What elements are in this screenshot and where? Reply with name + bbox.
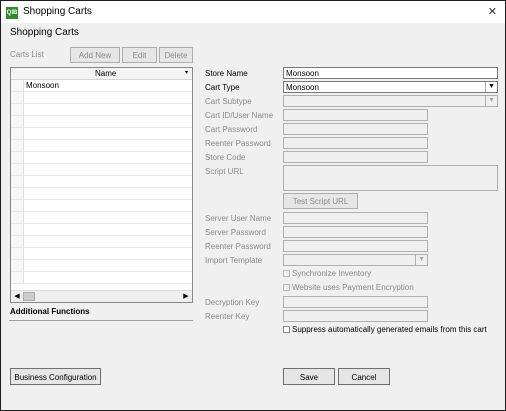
cart-id-label: Cart ID/User Name bbox=[205, 111, 274, 120]
business-configuration-button[interactable]: Business Configuration bbox=[10, 368, 101, 385]
edit-button[interactable]: Edit bbox=[122, 47, 157, 63]
chevron-down-icon[interactable]: ▼ bbox=[415, 255, 427, 265]
chevron-down-icon[interactable]: ▼ bbox=[485, 82, 497, 92]
store-code-label: Store Code bbox=[205, 153, 246, 162]
table-row[interactable] bbox=[11, 200, 192, 212]
store-name-field[interactable]: Monsoon bbox=[283, 67, 498, 79]
server-user-name-field[interactable] bbox=[283, 212, 428, 224]
store-name-label: Store Name bbox=[205, 69, 248, 78]
table-row[interactable] bbox=[11, 260, 192, 272]
payment-encryption-label: Website uses Payment Encryption bbox=[292, 283, 414, 292]
store-code-field[interactable] bbox=[283, 151, 428, 163]
scroll-left-icon[interactable]: ◀ bbox=[12, 292, 22, 301]
test-script-url-button[interactable]: Test Script URL bbox=[283, 193, 358, 209]
reenter-password-label: Reenter Password bbox=[205, 139, 271, 148]
row-selector[interactable] bbox=[11, 92, 24, 103]
cart-id-field[interactable] bbox=[283, 109, 428, 121]
script-url-field[interactable] bbox=[283, 165, 498, 191]
carts-list-label: Carts List bbox=[10, 50, 44, 59]
server-user-name-label: Server User Name bbox=[205, 214, 272, 223]
cart-subtype-label: Cart Subtype bbox=[205, 97, 252, 106]
additional-functions-heading: Additional Functions bbox=[10, 307, 90, 316]
delete-button[interactable]: Delete bbox=[159, 47, 193, 63]
decryption-key-field[interactable] bbox=[283, 296, 428, 308]
table-row[interactable] bbox=[11, 224, 192, 236]
sort-arrow-icon[interactable]: ▾ bbox=[185, 69, 188, 76]
row-selector[interactable] bbox=[11, 236, 24, 247]
reenter-password-field[interactable] bbox=[283, 137, 428, 149]
row-selector[interactable] bbox=[11, 248, 24, 259]
scroll-thumb[interactable] bbox=[23, 292, 35, 301]
suppress-emails-label: Suppress automatically generated emails … bbox=[292, 325, 487, 334]
decryption-key-label: Decryption Key bbox=[205, 298, 260, 307]
name-column-header[interactable]: Name bbox=[95, 69, 116, 78]
page-title: Shopping Carts bbox=[10, 27, 79, 38]
server-password-label: Server Password bbox=[205, 228, 266, 237]
table-row[interactable] bbox=[11, 104, 192, 116]
row-selector[interactable] bbox=[11, 116, 24, 127]
cart-password-field[interactable] bbox=[283, 123, 428, 135]
synchronize-inventory-label: Synchronize Inventory bbox=[292, 269, 372, 278]
grid-header: Name ▾ bbox=[11, 68, 192, 80]
row-selector[interactable] bbox=[11, 200, 24, 211]
table-row[interactable] bbox=[11, 188, 192, 200]
row-selector[interactable] bbox=[11, 80, 24, 91]
row-selector[interactable] bbox=[11, 152, 24, 163]
add-new-button[interactable]: Add New bbox=[70, 47, 120, 63]
cart-name-cell: Monsoon bbox=[26, 81, 59, 90]
cart-type-label: Cart Type bbox=[205, 83, 240, 92]
table-row[interactable] bbox=[11, 212, 192, 224]
suppress-emails-checkbox[interactable] bbox=[283, 326, 290, 333]
save-button[interactable]: Save bbox=[283, 368, 335, 385]
window-title: Shopping Carts bbox=[23, 6, 92, 17]
title-bar: QIB Shopping Carts ✕ bbox=[1, 1, 505, 23]
reenter-key-label: Reenter Key bbox=[205, 312, 250, 321]
table-row[interactable] bbox=[11, 116, 192, 128]
chevron-down-icon[interactable]: ▼ bbox=[485, 96, 497, 106]
scroll-right-icon[interactable]: ▶ bbox=[181, 292, 191, 301]
cart-type-value: Monsoon bbox=[286, 83, 319, 92]
payment-encryption-checkbox[interactable] bbox=[283, 284, 290, 291]
reenter-key-field[interactable] bbox=[283, 310, 428, 322]
table-row[interactable] bbox=[11, 236, 192, 248]
table-row[interactable] bbox=[11, 152, 192, 164]
synchronize-inventory-checkbox[interactable] bbox=[283, 270, 290, 277]
row-selector[interactable] bbox=[11, 260, 24, 271]
row-selector[interactable] bbox=[11, 272, 24, 283]
table-row[interactable]: Monsoon bbox=[11, 80, 192, 92]
store-name-value: Monsoon bbox=[286, 69, 319, 78]
cart-type-select[interactable]: Monsoon ▼ bbox=[283, 81, 498, 93]
import-template-label: Import Template bbox=[205, 256, 263, 265]
table-row[interactable] bbox=[11, 128, 192, 140]
row-selector[interactable] bbox=[11, 176, 24, 187]
table-row[interactable] bbox=[11, 248, 192, 260]
row-selector[interactable] bbox=[11, 140, 24, 151]
carts-grid[interactable]: Name ▾ Monsoon ◀ ▶ bbox=[10, 67, 193, 303]
row-selector[interactable] bbox=[11, 128, 24, 139]
close-icon[interactable]: ✕ bbox=[488, 5, 497, 18]
reenter-server-password-label: Reenter Password bbox=[205, 242, 271, 251]
table-row[interactable] bbox=[11, 176, 192, 188]
import-template-select[interactable]: ▼ bbox=[283, 254, 428, 266]
table-row[interactable] bbox=[11, 140, 192, 152]
row-selector[interactable] bbox=[11, 104, 24, 115]
table-row[interactable] bbox=[11, 164, 192, 176]
app-icon: QIB bbox=[6, 7, 18, 19]
horizontal-scrollbar[interactable]: ◀ ▶ bbox=[11, 290, 192, 302]
table-row[interactable] bbox=[11, 92, 192, 104]
table-row[interactable] bbox=[11, 272, 192, 284]
reenter-server-password-field[interactable] bbox=[283, 240, 428, 252]
row-selector[interactable] bbox=[11, 164, 24, 175]
server-password-field[interactable] bbox=[283, 226, 428, 238]
cart-subtype-select[interactable]: ▼ bbox=[283, 95, 498, 107]
cancel-button[interactable]: Cancel bbox=[338, 368, 390, 385]
row-selector[interactable] bbox=[11, 212, 24, 223]
row-selector[interactable] bbox=[11, 224, 24, 235]
shopping-carts-window: QIB Shopping Carts ✕ Shopping Carts Cart… bbox=[0, 0, 506, 411]
section-divider bbox=[9, 320, 193, 321]
cart-password-label: Cart Password bbox=[205, 125, 258, 134]
script-url-label: Script URL bbox=[205, 167, 244, 176]
row-selector[interactable] bbox=[11, 188, 24, 199]
